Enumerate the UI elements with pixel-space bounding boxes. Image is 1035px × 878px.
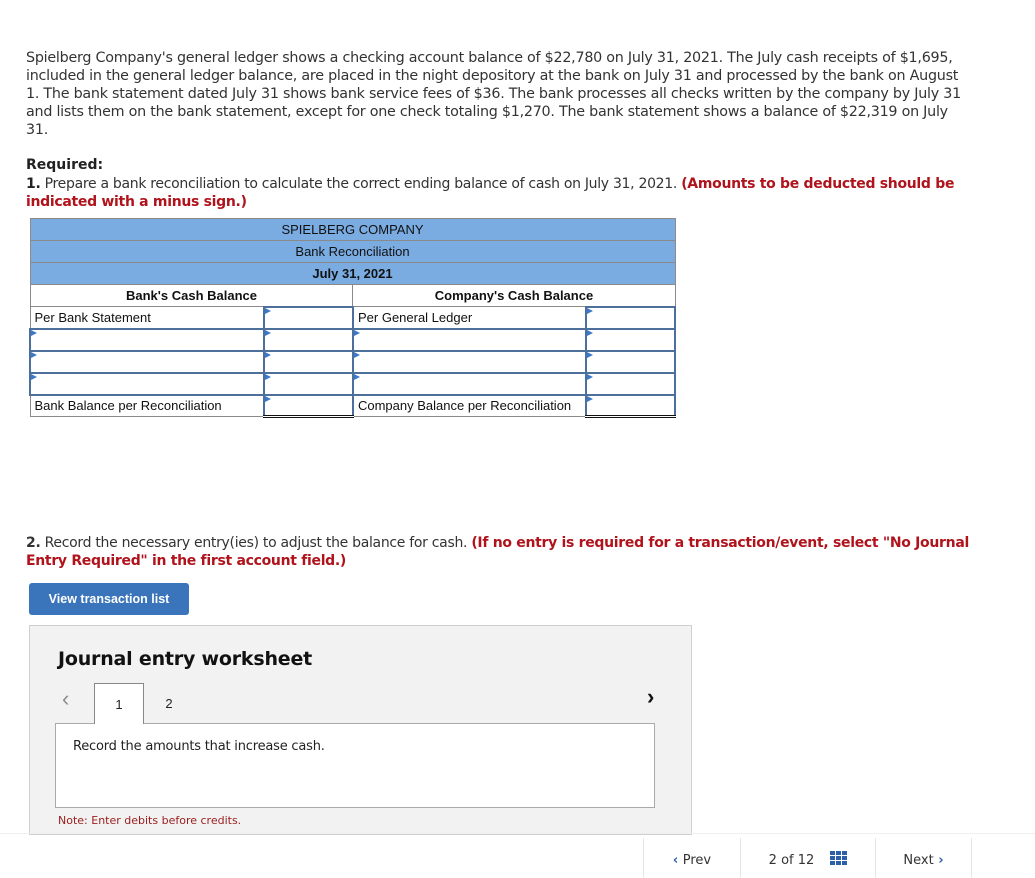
requirement-1-number: 1. (26, 176, 41, 192)
chevron-right-icon: › (933, 853, 944, 868)
company-adjustment-label-select[interactable] (351, 327, 588, 352)
general-ledger-amount-field[interactable] (587, 307, 674, 328)
general-ledger-amount-input[interactable] (585, 305, 676, 330)
page-current: 2 (768, 853, 777, 868)
worksheet-tab-1[interactable]: 1 (94, 683, 144, 724)
report-date-header: July 31, 2021 (29, 262, 676, 285)
bank-adjustment-label-select[interactable] (28, 371, 266, 396)
bank-adjustment-amount-input[interactable] (263, 349, 354, 374)
company-adjustment-label-select[interactable] (351, 371, 588, 396)
chevron-left-icon: ‹ (672, 853, 683, 868)
prev-label: Prev (682, 853, 712, 868)
report-date: July 31, 2021 (312, 266, 393, 281)
bank-statement-amount-field[interactable] (265, 307, 352, 328)
bank-adjustment-label-select[interactable] (28, 349, 266, 374)
requirement-2: 2. Record the necessary entry(ies) to ad… (26, 534, 986, 570)
worksheet-title: Journal entry worksheet (58, 648, 313, 670)
next-label: Next (903, 853, 934, 868)
bank-adjustment-amount-input[interactable] (263, 371, 354, 396)
chevron-left-icon[interactable]: ‹ (62, 686, 69, 712)
bank-adjustment-label-select[interactable] (28, 327, 266, 352)
page-indicator[interactable]: 2 of 12 (740, 838, 875, 878)
company-name-header: SPIELBERG COMPANY (29, 218, 676, 241)
report-title-header: Bank Reconciliation (29, 240, 676, 263)
bank-adjustment-label-field[interactable] (31, 373, 264, 394)
company-adjustment-label-select[interactable] (351, 349, 588, 374)
company-adjustment-amount-input[interactable] (585, 327, 676, 352)
company-adjustment-label-field[interactable] (353, 373, 586, 394)
bank-reconciliation-table: SPIELBERG COMPANY Bank Reconciliation Ju… (28, 218, 676, 418)
page-text: 2 of 12 (769, 853, 815, 868)
grid-icon[interactable] (830, 851, 848, 865)
chevron-right-icon[interactable]: › (647, 684, 654, 710)
view-transaction-list-button[interactable]: View transaction list (29, 583, 189, 615)
bank-adjustment-amount-field[interactable] (265, 373, 352, 394)
bank-cash-balance-header: Bank's Cash Balance (29, 284, 354, 307)
next-button[interactable]: Next › (875, 838, 972, 878)
requirement-2-number: 2. (26, 535, 41, 551)
company-adjustment-amount-field[interactable] (587, 351, 674, 372)
bank-balance-total-field[interactable] (265, 395, 352, 415)
worksheet-instruction: Record the amounts that increase cash. (73, 739, 325, 754)
company-name: SPIELBERG COMPANY (281, 222, 424, 237)
question-navigation: ‹ Prev 2 of 12 Next › (643, 838, 972, 878)
worksheet-note: Note: Enter debits before credits. (58, 814, 242, 827)
requirement-2-text: Record the necessary entry(ies) to adjus… (40, 535, 472, 551)
company-adjustment-label-field[interactable] (353, 329, 586, 350)
page-total: 12 (797, 853, 815, 868)
company-adjustment-amount-field[interactable] (587, 373, 674, 394)
worksheet-instruction-panel: Record the amounts that increase cash. (55, 723, 655, 808)
company-balance-total-input[interactable] (585, 393, 676, 418)
company-adjustment-label-field[interactable] (353, 351, 586, 372)
requirement-1-text: Prepare a bank reconciliation to calcula… (40, 176, 682, 192)
worksheet-tab-2[interactable]: 2 (144, 683, 194, 724)
bank-row-label: Per Bank Statement (29, 306, 265, 329)
company-cash-balance-header: Company's Cash Balance (352, 284, 676, 307)
requirement-1: 1. Prepare a bank reconciliation to calc… (26, 175, 986, 211)
bank-adjustment-label-field[interactable] (31, 351, 264, 372)
bank-adjustment-amount-field[interactable] (265, 329, 352, 350)
bank-adjustment-label-field[interactable] (31, 329, 264, 350)
footer-divider (0, 833, 1035, 834)
page-of: of (781, 853, 794, 868)
problem-statement: Spielberg Company's general ledger shows… (26, 50, 961, 138)
prev-button[interactable]: ‹ Prev (643, 838, 740, 878)
company-balance-total-field[interactable] (587, 395, 674, 415)
report-title: Bank Reconciliation (295, 244, 410, 259)
bank-balance-total-input[interactable] (263, 393, 354, 418)
bank-adjustment-amount-input[interactable] (263, 327, 354, 352)
bank-total-label: Bank Balance per Reconciliation (29, 394, 265, 417)
required-heading: Required: (26, 157, 104, 173)
company-adjustment-amount-input[interactable] (585, 371, 676, 396)
bank-statement-amount-input[interactable] (263, 305, 354, 330)
company-adjustment-amount-field[interactable] (587, 329, 674, 350)
journal-entry-worksheet: Journal entry worksheet ‹ 1 2 › Record t… (29, 625, 692, 835)
company-row-label: Per General Ledger (352, 306, 587, 329)
company-adjustment-amount-input[interactable] (585, 349, 676, 374)
bank-adjustment-amount-field[interactable] (265, 351, 352, 372)
company-total-label: Company Balance per Reconciliation (352, 394, 587, 417)
